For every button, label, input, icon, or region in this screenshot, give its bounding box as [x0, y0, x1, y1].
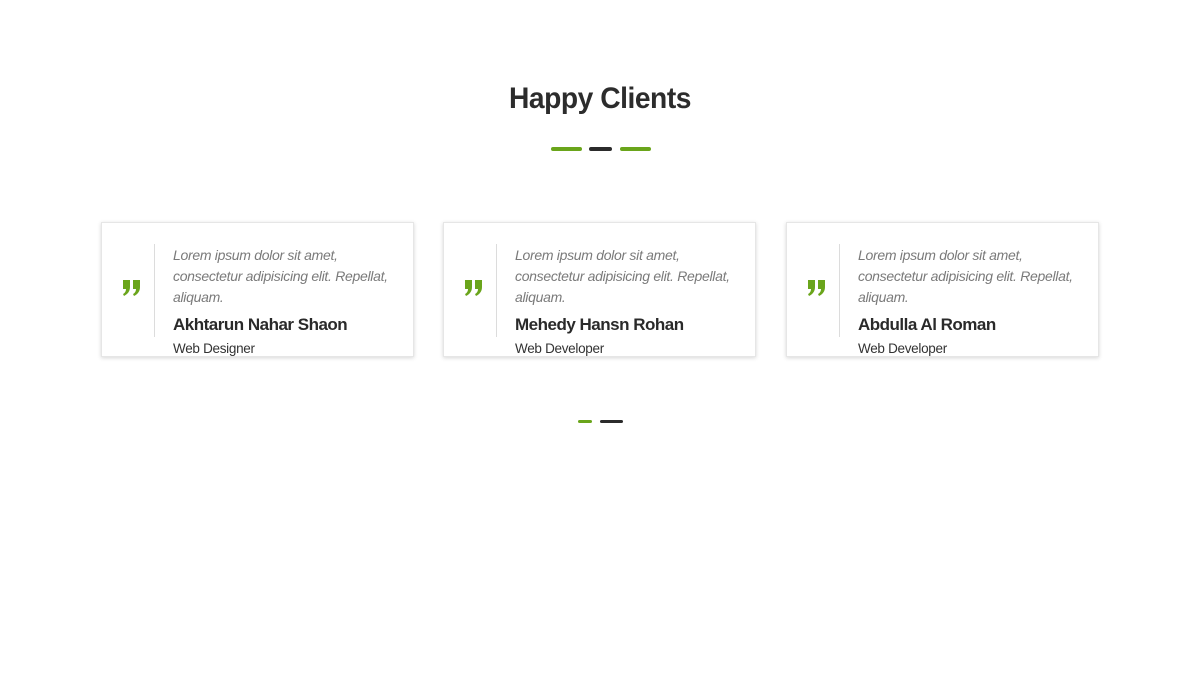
testimonial-quote: Lorem ipsum dolor sit amet, consectetur … [858, 247, 1073, 305]
client-role: Web Developer [515, 341, 604, 356]
testimonial-card: Lorem ipsum dolor sit amet, consectetur … [101, 222, 414, 357]
testimonial-card: Lorem ipsum dolor sit amet, consectetur … [443, 222, 756, 357]
divider-bar-accent-left [551, 147, 582, 151]
carousel-pagination [578, 420, 624, 424]
divider-bar-dark-center [589, 147, 612, 151]
section-title: Happy Clients [509, 82, 691, 115]
title-divider [551, 147, 651, 151]
client-name: Mehedy Hansn Rohan [515, 315, 684, 334]
testimonial-quote: Lorem ipsum dolor sit amet, consectetur … [515, 247, 730, 305]
client-role: Web Designer [173, 341, 255, 356]
card-vertical-divider [839, 244, 840, 337]
testimonial-content: Lorem ipsum dolor sit amet, consectetur … [515, 245, 747, 357]
carousel-page-1-button[interactable] [578, 420, 592, 423]
divider-bar-accent-right [620, 147, 651, 151]
testimonial-content: Lorem ipsum dolor sit amet, consectetur … [858, 245, 1090, 357]
client-role: Web Developer [858, 341, 947, 356]
client-name: Abdulla Al Roman [858, 315, 996, 334]
carousel-page-2-button[interactable] [600, 420, 623, 423]
quote-icon [463, 277, 485, 299]
testimonial-quote: Lorem ipsum dolor sit amet, consectetur … [173, 247, 388, 305]
card-vertical-divider [154, 244, 155, 337]
quote-icon [121, 277, 143, 299]
testimonial-card: Lorem ipsum dolor sit amet, consectetur … [786, 222, 1099, 357]
testimonial-content: Lorem ipsum dolor sit amet, consectetur … [173, 245, 405, 357]
quote-icon [806, 277, 828, 299]
happy-clients-section: Happy Clients Lorem ipsum dolor sit amet… [0, 0, 1200, 700]
client-name: Akhtarun Nahar Shaon [173, 315, 348, 334]
card-vertical-divider [496, 244, 497, 337]
